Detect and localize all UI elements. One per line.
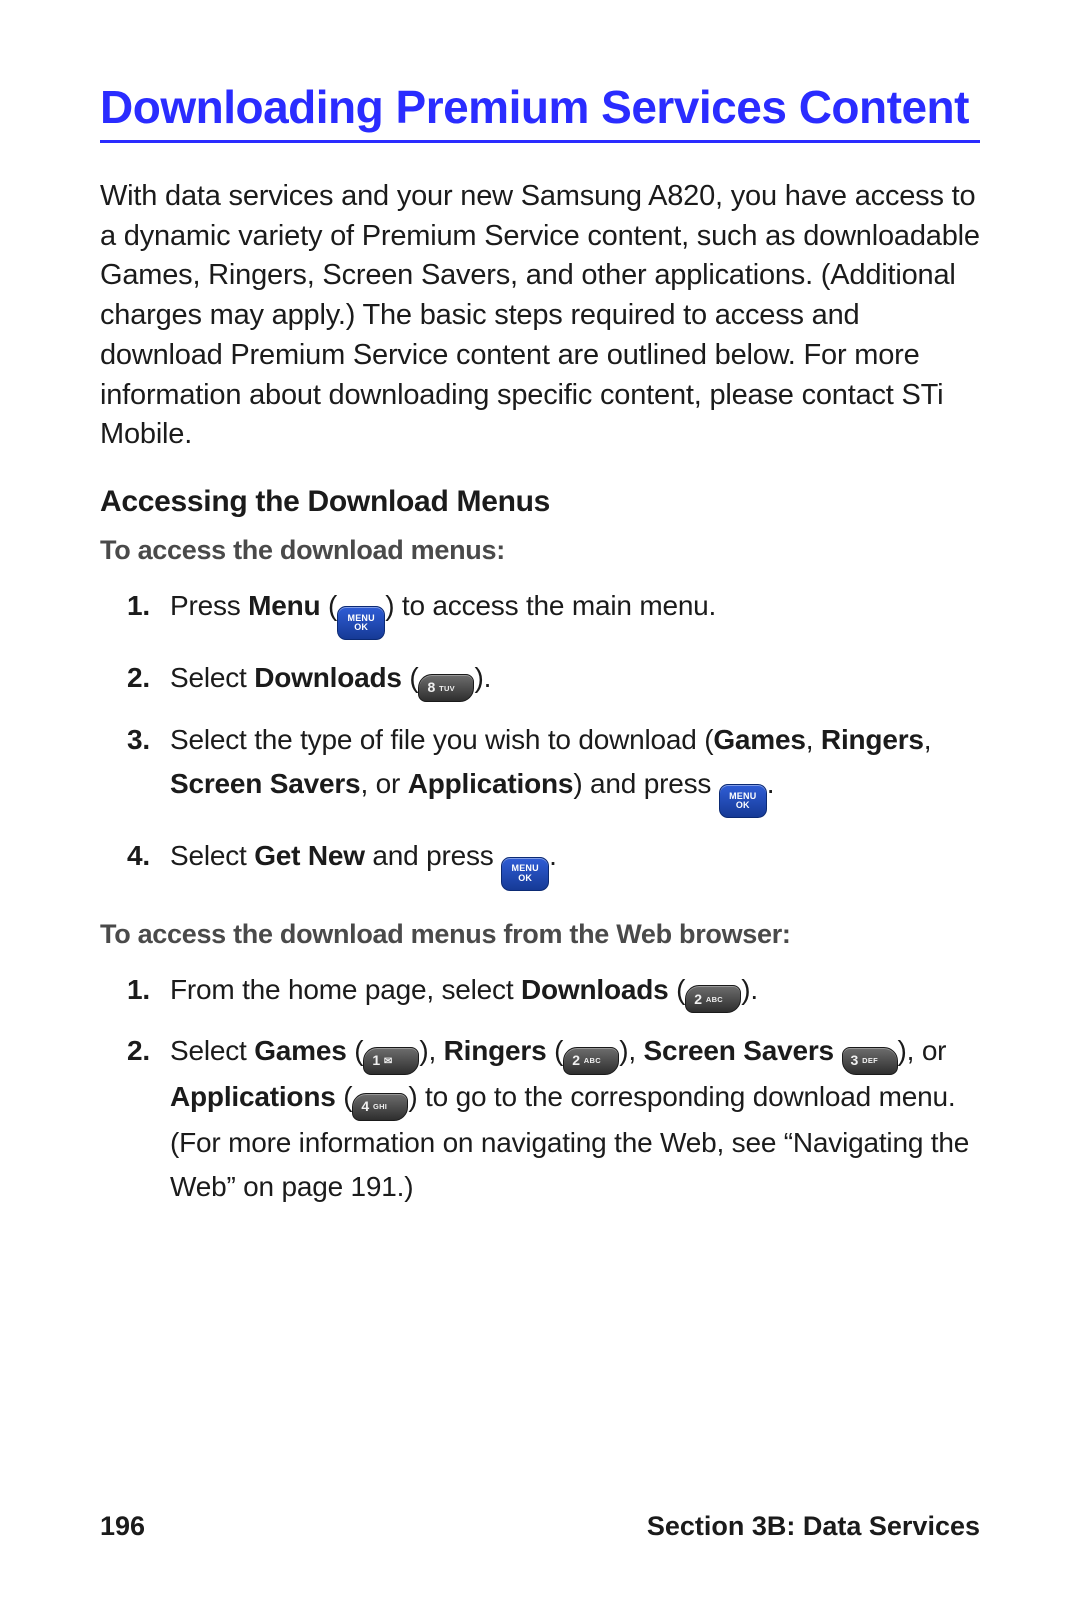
bold-term: Get New bbox=[254, 840, 365, 871]
step-text: and press bbox=[365, 840, 501, 871]
step-text: ). bbox=[474, 662, 491, 693]
intro-paragraph: With data services and your new Samsung … bbox=[100, 177, 980, 455]
bold-term: Applications bbox=[408, 768, 574, 799]
bold-term: Applications bbox=[170, 1081, 336, 1112]
step-text: Select bbox=[170, 662, 254, 693]
step-text: ), or bbox=[898, 1035, 947, 1066]
steps-list-1: 1. Press Menu (MENUOK) to access the mai… bbox=[100, 584, 980, 891]
step-text: . bbox=[767, 768, 775, 799]
step-text: ). bbox=[741, 974, 758, 1005]
step-text: , bbox=[924, 724, 932, 755]
step-3: 3. Select the type of file you wish to d… bbox=[170, 718, 980, 818]
step-number: 2. bbox=[110, 1029, 150, 1072]
step-text: ( bbox=[336, 1081, 353, 1112]
page-footer: 196 Section 3B: Data Services bbox=[100, 1511, 980, 1542]
key-1-icon: 1✉ bbox=[363, 1047, 419, 1075]
key-2-icon: 2ABC bbox=[685, 985, 741, 1013]
page-title: Downloading Premium Services Content bbox=[100, 80, 980, 143]
menu-ok-key-icon: MENUOK bbox=[719, 784, 767, 818]
step-text: Select the type of file you wish to down… bbox=[170, 724, 713, 755]
step-text: , bbox=[806, 724, 821, 755]
step-text: , or bbox=[360, 768, 407, 799]
step-2: 2. Select Games (1✉), Ringers (2ABC), Sc… bbox=[170, 1029, 980, 1207]
key-3-icon: 3DEF bbox=[842, 1047, 898, 1075]
step-text: ( bbox=[402, 662, 419, 693]
steps-list-2: 1. From the home page, select Downloads … bbox=[100, 968, 980, 1208]
step-number: 1. bbox=[110, 968, 150, 1011]
menu-ok-key-icon: MENUOK bbox=[501, 857, 549, 891]
bold-term: Screen Savers bbox=[644, 1035, 834, 1066]
bold-term: Ringers bbox=[444, 1035, 547, 1066]
step-text: ( bbox=[347, 1035, 364, 1066]
step-text: From the home page, select bbox=[170, 974, 521, 1005]
step-text: ), bbox=[619, 1035, 643, 1066]
menu-ok-key-icon: MENUOK bbox=[337, 606, 385, 640]
step-text: ( bbox=[669, 974, 686, 1005]
step-number: 3. bbox=[110, 718, 150, 761]
instruction-heading-1: To access the download menus: bbox=[100, 535, 980, 566]
step-text: Select bbox=[170, 1035, 254, 1066]
key-4-icon: 4GHI bbox=[352, 1093, 408, 1121]
manual-page: Downloading Premium Services Content Wit… bbox=[0, 0, 1080, 1620]
subheading: Accessing the Download Menus bbox=[100, 485, 980, 519]
page-number: 196 bbox=[100, 1511, 145, 1542]
step-text: Select bbox=[170, 840, 254, 871]
step-1: 1. From the home page, select Downloads … bbox=[170, 968, 980, 1014]
step-2: 2. Select Downloads (8TUV). bbox=[170, 656, 980, 702]
step-number: 2. bbox=[110, 656, 150, 699]
step-text: . bbox=[549, 840, 557, 871]
step-1: 1. Press Menu (MENUOK) to access the mai… bbox=[170, 584, 980, 640]
bold-term: Downloads bbox=[521, 974, 669, 1005]
step-number: 4. bbox=[110, 834, 150, 877]
step-4: 4. Select Get New and press MENUOK. bbox=[170, 834, 980, 890]
step-text bbox=[834, 1035, 842, 1066]
section-label: Section 3B: Data Services bbox=[647, 1511, 980, 1542]
step-text: Press bbox=[170, 590, 248, 621]
instruction-heading-2: To access the download menus from the We… bbox=[100, 919, 980, 950]
bold-term: Menu bbox=[248, 590, 320, 621]
step-text: ( bbox=[320, 590, 337, 621]
bold-term: Ringers bbox=[821, 724, 924, 755]
step-text: ), bbox=[419, 1035, 443, 1066]
step-number: 1. bbox=[110, 584, 150, 627]
bold-term: Games bbox=[713, 724, 805, 755]
bold-term: Downloads bbox=[254, 662, 402, 693]
step-text: ) and press bbox=[573, 768, 718, 799]
step-text: ( bbox=[546, 1035, 563, 1066]
key-8-icon: 8TUV bbox=[418, 674, 474, 702]
bold-term: Screen Savers bbox=[170, 768, 360, 799]
key-2-icon: 2ABC bbox=[563, 1047, 619, 1075]
bold-term: Games bbox=[254, 1035, 346, 1066]
step-text: ) to access the main menu. bbox=[385, 590, 716, 621]
